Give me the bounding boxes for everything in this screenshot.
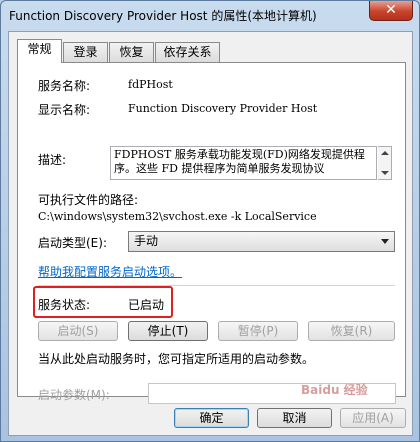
service-status-value: 已启动 [128,298,165,312]
window-title: Function Discovery Provider Host 的属性(本地计… [9,9,317,23]
dialog-client-area: 常规 登录 恢复 依存关系 服务名称: fdPHost 显示名称: Functi… [8,31,413,436]
service-properties-dialog: Function Discovery Provider Host 的属性(本地计… [0,0,420,442]
exe-path-label: 可执行文件的路径: [38,193,139,207]
scroll-down-icon[interactable] [381,171,389,175]
pause-button[interactable]: 暂停(P) [218,321,298,341]
general-tab-panel: 服务名称: fdPHost 显示名称: Function Discovery P… [17,62,406,404]
tab-strip: 常规 登录 恢复 依存关系 [17,39,407,63]
tab-general[interactable]: 常规 [17,39,62,63]
service-name-label: 服务名称: [38,79,91,93]
stop-button[interactable]: 停止(T) [128,321,208,341]
service-status-label: 服务状态: [38,298,91,312]
exe-path-value: C:\windows\system32\svchost.exe -k Local… [38,210,317,223]
chevron-down-icon [381,239,389,244]
description-scrollbar[interactable] [378,146,392,180]
description-label: 描述: [38,153,67,167]
apply-button[interactable]: 应用(A) [340,408,406,428]
resume-button[interactable]: 恢复(R) [308,321,395,341]
tab-recovery[interactable]: 恢复 [109,42,154,62]
display-name-label: 显示名称: [38,103,91,117]
startup-type-select[interactable]: 手动 [128,231,395,252]
scroll-up-icon[interactable] [381,151,389,155]
cancel-button[interactable]: 取消 [257,408,332,428]
start-button[interactable]: 启动(S) [38,321,118,341]
start-params-label: 启动参数(M): [38,388,110,402]
tab-logon[interactable]: 登录 [63,42,108,62]
description-field[interactable]: FDPHOST 服务承载功能发现(FD)网络发现提供程序。这些 FD 提供程序为… [110,146,377,180]
close-button[interactable]: ✕ [369,1,413,21]
baidu-watermark: Baidu 经验 [301,383,368,397]
display-name-value: Function Discovery Provider Host [128,102,318,115]
help-configure-link[interactable]: 帮助我配置服务启动选项。 [38,263,182,280]
startup-type-label: 启动类型(E): [38,236,107,250]
ok-button[interactable]: 确定 [174,408,249,428]
tab-dependencies[interactable]: 依存关系 [155,42,220,62]
startup-type-value: 手动 [134,234,159,248]
service-name-value: fdPHost [128,78,173,91]
start-params-hint: 当从此处启动服务时，您可指定所适用的启动参数。 [38,352,315,366]
